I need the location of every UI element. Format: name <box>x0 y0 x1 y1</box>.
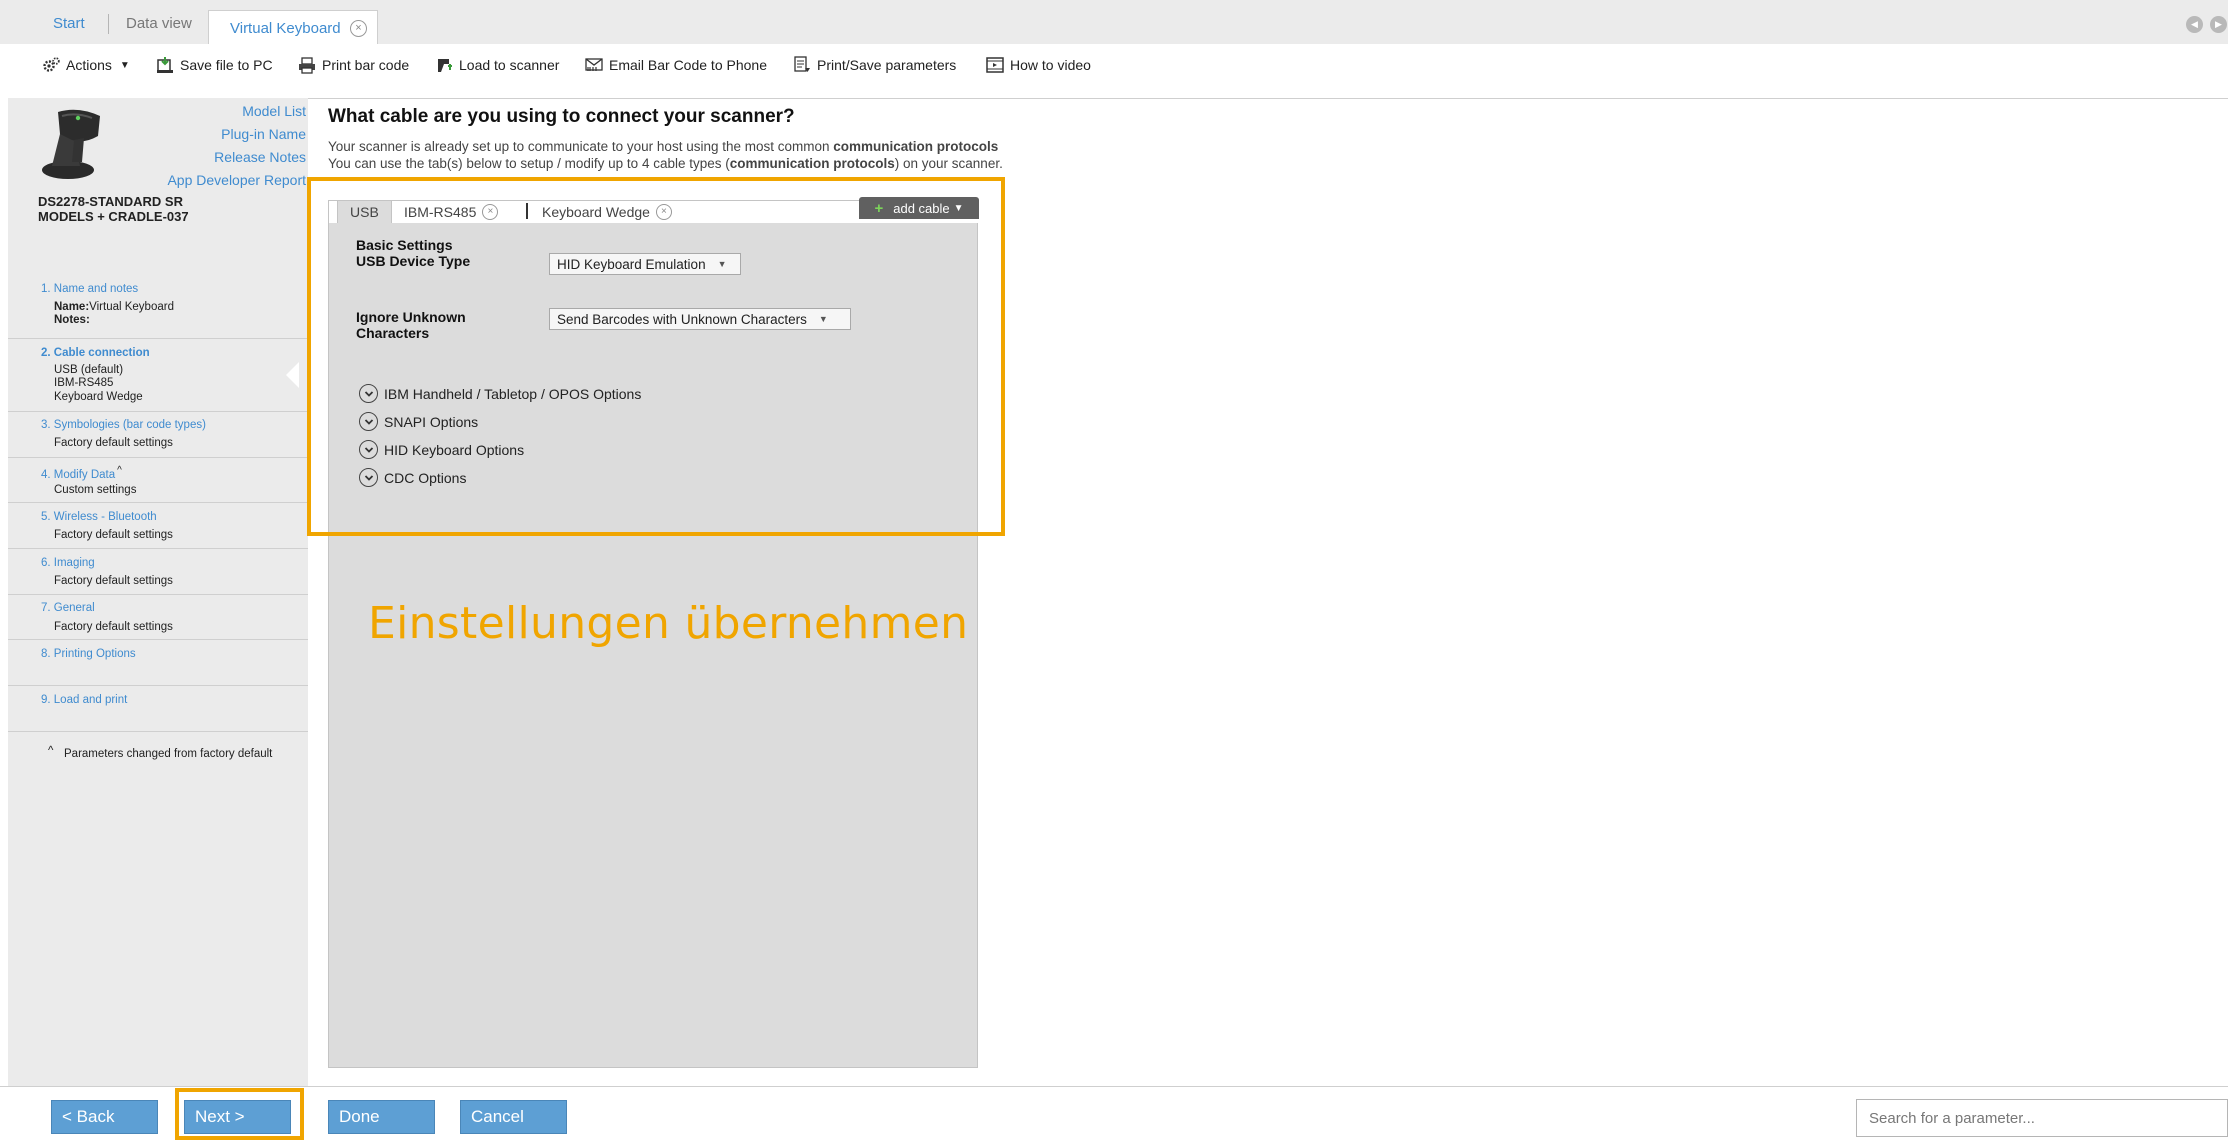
intro-line-2: You can use the tab(s) below to setup / … <box>328 156 1003 171</box>
done-button[interactable]: Done <box>328 1100 435 1134</box>
divider <box>8 411 308 412</box>
step-sub: Factory default settings <box>54 575 173 587</box>
left-panel <box>8 98 308 1086</box>
intro-text: ) on your scanner. <box>894 156 1003 171</box>
save-file-label: Save file to PC <box>180 57 273 73</box>
step-sub: USB (default) <box>54 364 124 376</box>
footnote-marker: ^ <box>48 745 54 757</box>
intro-text: You can use the tab(s) below to setup / … <box>328 156 730 171</box>
intro-text: Your scanner is already set up to commun… <box>328 139 834 154</box>
plugin-name-link[interactable]: Plug-in Name <box>221 126 306 142</box>
load-to-scanner-button[interactable]: Load to scanner <box>435 55 559 75</box>
tab-data-view[interactable]: Data view <box>126 15 192 32</box>
print-barcode-button[interactable]: Print bar code <box>298 55 409 75</box>
step-title[interactable]: 8. Printing Options <box>41 648 136 660</box>
divider <box>8 457 308 458</box>
cancel-button[interactable]: Cancel <box>460 1100 567 1134</box>
divider <box>8 338 308 339</box>
step-sub: Custom settings <box>54 484 137 496</box>
step-sub: Factory default settings <box>54 621 173 633</box>
step-sub: Factory default settings <box>54 437 173 449</box>
step-title[interactable]: 7. General <box>41 602 95 614</box>
tab-virtual-keyboard-label: Virtual Keyboard <box>230 20 341 37</box>
toolbar: Actions ▼ Save file to PC Print bar code… <box>0 44 2228 84</box>
print-barcode-label: Print bar code <box>322 57 410 73</box>
actions-label: Actions <box>66 57 112 73</box>
gears-icon <box>42 56 60 74</box>
divider <box>8 548 308 549</box>
printer-icon <box>298 56 316 74</box>
video-icon <box>986 56 1004 74</box>
intro-emphasis: communication protocols <box>833 139 999 154</box>
print-save-parameters-button[interactable]: Print/Save parameters <box>793 55 956 75</box>
release-notes-link[interactable]: Release Notes <box>214 149 306 165</box>
scroll-left-icon[interactable]: ◀ <box>2186 16 2203 33</box>
tab-separator <box>108 14 109 34</box>
model-name-line2: MODELS + CRADLE-037 <box>38 209 189 224</box>
next-highlight-box <box>175 1088 304 1140</box>
changed-marker: ^ <box>117 465 122 476</box>
load-to-scanner-label: Load to scanner <box>459 57 560 73</box>
step-sub: Name:Virtual Keyboard <box>54 301 174 315</box>
divider <box>8 731 308 732</box>
email-barcode-button[interactable]: Email Bar Code to Phone <box>585 55 767 75</box>
notes-label: Notes: <box>54 314 90 326</box>
name-label: Name: <box>54 301 90 313</box>
app-developer-report-link[interactable]: App Developer Report <box>167 172 306 188</box>
save-file-button[interactable]: Save file to PC <box>156 55 273 75</box>
step-title[interactable]: 6. Imaging <box>41 557 95 569</box>
divider <box>8 594 308 595</box>
step-title[interactable]: 5. Wireless - Bluetooth <box>41 511 157 523</box>
name-value: Virtual Keyboard <box>89 301 174 313</box>
step-sub: Factory default settings <box>54 529 173 541</box>
step-title[interactable]: 4. Modify Data ^ <box>41 465 122 481</box>
print-save-icon <box>793 56 811 74</box>
tab-start[interactable]: Start <box>53 15 85 32</box>
step-sub: Notes: <box>54 314 90 328</box>
scanner-device-image <box>38 104 110 182</box>
chevron-down-icon: ▼ <box>119 59 130 71</box>
email-barcode-icon <box>585 56 603 74</box>
divider <box>8 639 308 640</box>
divider <box>8 685 308 686</box>
close-icon[interactable]: × <box>350 20 367 37</box>
back-button[interactable]: < Back <box>51 1100 158 1134</box>
footnote-text: Parameters changed from factory default <box>64 748 273 760</box>
step-title[interactable]: 2. Cable connection <box>41 347 150 359</box>
step-title[interactable]: 9. Load and print <box>41 694 127 706</box>
tab-virtual-keyboard[interactable]: Virtual Keyboard × <box>208 10 378 45</box>
highlight-annotation-box <box>307 177 1005 536</box>
step-sub: IBM-RS485 <box>54 377 114 389</box>
bottom-divider <box>0 1086 2228 1087</box>
how-to-video-label: How to video <box>1010 57 1091 73</box>
annotation-text: Einstellungen übernehmen <box>368 598 969 649</box>
step-title-text: 4. Modify Data <box>41 468 116 481</box>
model-name-line1: DS2278-STANDARD SR <box>38 194 183 209</box>
step-title[interactable]: 3. Symbologies (bar code types) <box>41 419 206 431</box>
active-step-pointer <box>286 362 299 388</box>
top-tab-bar: Start Data view Virtual Keyboard × ◀ ▶ <box>0 0 2228 45</box>
print-save-parameters-label: Print/Save parameters <box>817 57 957 73</box>
step-sub: Keyboard Wedge <box>54 391 143 403</box>
actions-menu-button[interactable]: Actions ▼ <box>42 55 130 75</box>
parameter-search-input[interactable]: Search for a parameter... <box>1856 1099 2228 1137</box>
model-list-link[interactable]: Model List <box>242 103 306 119</box>
intro-emphasis: communication protocols <box>729 156 895 171</box>
intro-line-1: Your scanner is already set up to commun… <box>328 139 998 154</box>
model-name: DS2278-STANDARD SR MODELS + CRADLE-037 <box>38 194 189 224</box>
main-top-border <box>308 98 2228 99</box>
step-title[interactable]: 1. Name and notes <box>41 283 138 295</box>
page-title: What cable are you using to connect your… <box>328 106 795 127</box>
scanner-icon <box>435 56 453 74</box>
save-file-icon <box>156 56 174 74</box>
how-to-video-button[interactable]: How to video <box>986 55 1091 75</box>
scroll-right-icon[interactable]: ▶ <box>2210 16 2227 33</box>
divider <box>8 502 308 503</box>
email-barcode-label: Email Bar Code to Phone <box>609 57 767 73</box>
